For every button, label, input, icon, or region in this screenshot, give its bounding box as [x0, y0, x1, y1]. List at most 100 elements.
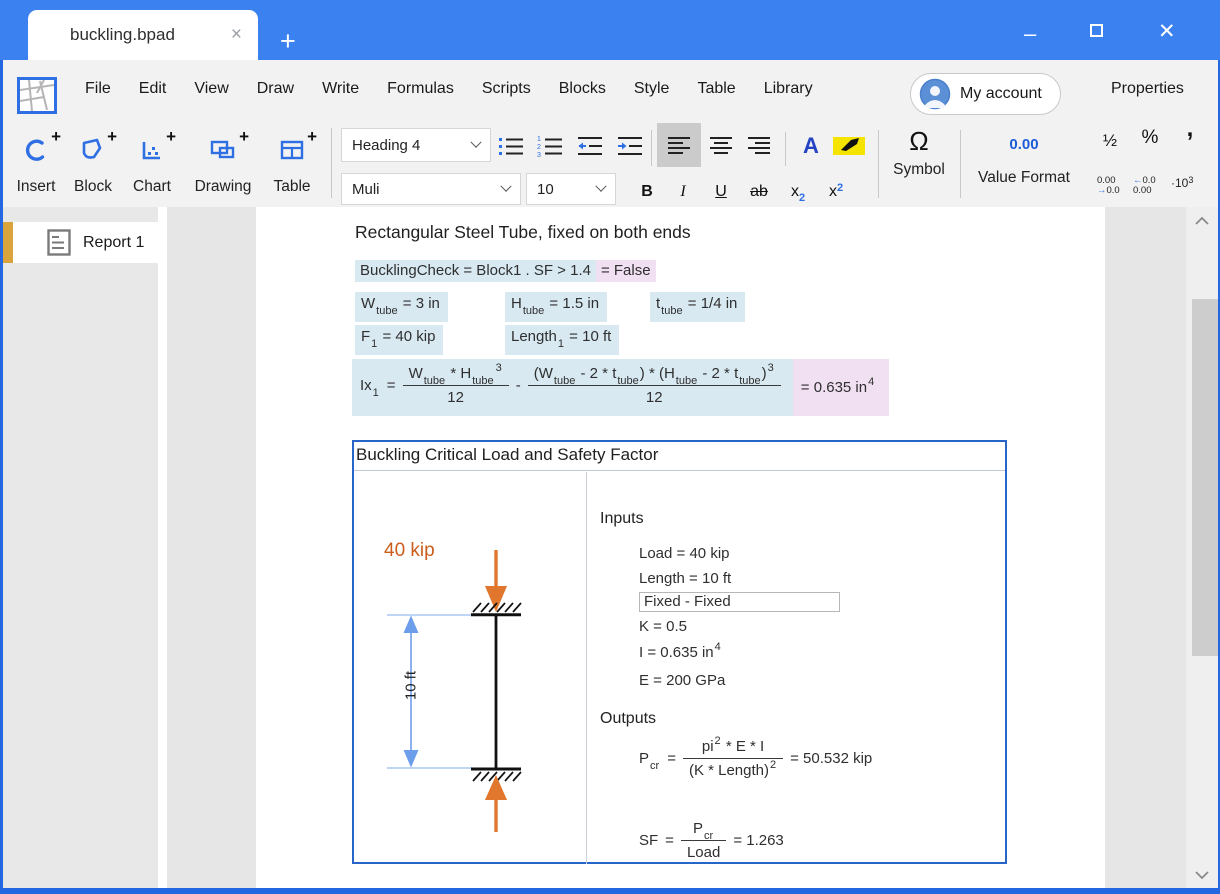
- block-io-pane: Inputs Load = 40 kip Length = 10 ft Fixe…: [587, 472, 1005, 864]
- menu-scripts[interactable]: Scripts: [482, 80, 531, 98]
- menu-table[interactable]: Table: [697, 80, 735, 98]
- menu-blocks[interactable]: Blocks: [559, 80, 606, 98]
- dim-arrow-down: [404, 750, 419, 768]
- numbered-list-icon: 123: [536, 133, 564, 159]
- app-logo-icon[interactable]: [17, 77, 57, 114]
- block-button[interactable]: + Block: [68, 124, 118, 204]
- menu-draw[interactable]: Draw: [257, 80, 294, 98]
- underline-button[interactable]: U: [707, 174, 735, 204]
- menu-write[interactable]: Write: [322, 80, 359, 98]
- align-right-button[interactable]: [743, 126, 775, 166]
- svg-text:3: 3: [537, 152, 541, 159]
- numbered-list-button[interactable]: 123: [534, 126, 566, 166]
- var-length1: Length1 = 10 ft: [505, 325, 619, 355]
- scroll-down-icon[interactable]: [1193, 869, 1211, 881]
- my-account-button[interactable]: My account: [910, 73, 1061, 115]
- buckling-block[interactable]: Buckling Critical Load and Safety Factor…: [352, 440, 1007, 864]
- font-size-dropdown[interactable]: 10: [526, 173, 616, 205]
- input-length: Length = 10 ft: [639, 570, 731, 587]
- menu-file[interactable]: File: [85, 80, 111, 98]
- close-icon[interactable]: ✕: [1158, 19, 1176, 44]
- menu-formulas[interactable]: Formulas: [387, 80, 454, 98]
- value-format-button[interactable]: 0.00 Value Format: [968, 132, 1080, 187]
- svg-text:2: 2: [537, 144, 541, 151]
- decrease-indent-button[interactable]: [574, 126, 606, 166]
- report-label: Report 1: [83, 234, 144, 252]
- sidebar-item-report[interactable]: Report 1: [3, 222, 158, 263]
- scientific-notation-button[interactable]: ·103: [1171, 178, 1193, 189]
- fixity-dropdown[interactable]: Fixed - Fixed: [639, 592, 840, 612]
- var-h-tube: Htube = 1.5 in: [505, 292, 607, 322]
- window-border-left: [0, 60, 3, 894]
- column-diagram: 40 kip 10 ft: [354, 472, 586, 863]
- tab-close-icon[interactable]: ×: [229, 24, 244, 46]
- var-w-tube: Wtube = 3 in: [355, 292, 448, 322]
- drawing-button[interactable]: + Drawing: [185, 124, 261, 204]
- buckling-check-formula: BucklingCheck = Block1 . SF > 1.4= False: [355, 260, 656, 282]
- table-button[interactable]: + Table: [265, 124, 319, 204]
- var-f1: F1 = 40 kip: [355, 325, 443, 355]
- chevron-down-icon: [470, 137, 481, 148]
- font-color-button[interactable]: A: [795, 126, 827, 166]
- comma-format-button[interactable]: ,: [1181, 120, 1199, 146]
- align-left-icon: [666, 133, 692, 159]
- vertical-scrollbar[interactable]: [1186, 207, 1218, 888]
- chart-button[interactable]: + Chart: [125, 124, 179, 204]
- check-expression: BucklingCheck = Block1 . SF > 1.4: [355, 260, 596, 282]
- bullet-list-icon: [497, 133, 525, 159]
- var-t-tube: ttube = 1/4 in: [650, 292, 745, 322]
- sidebar-divider: [158, 207, 167, 888]
- highlight-button[interactable]: [833, 126, 865, 166]
- menu-properties[interactable]: Properties: [1111, 60, 1184, 118]
- symbol-button[interactable]: Ω Symbol: [888, 126, 950, 179]
- superscript-icon: x: [829, 183, 837, 201]
- font-name-value: Muli: [352, 181, 380, 198]
- chart-icon: +: [139, 136, 165, 172]
- toolbar-separator: [331, 128, 332, 198]
- dimension-label: 10 ft: [403, 651, 420, 721]
- subscript-icon: x: [791, 183, 799, 201]
- tab-title: buckling.bpad: [70, 25, 229, 45]
- menu-edit[interactable]: Edit: [139, 80, 167, 98]
- fraction-format-button[interactable]: ½: [1097, 128, 1123, 154]
- inputs-heading: Inputs: [600, 510, 644, 528]
- drawing-icon: +: [208, 136, 238, 172]
- document-tab[interactable]: buckling.bpad ×: [28, 10, 258, 60]
- minimize-icon[interactable]: –: [1024, 21, 1036, 47]
- new-tab-icon[interactable]: +: [280, 26, 296, 57]
- input-k: K = 0.5: [639, 618, 687, 635]
- document-page[interactable]: Rectangular Steel Tube, fixed on both en…: [256, 207, 1105, 888]
- chevron-down-icon: [500, 181, 511, 192]
- ix-fraction-2: (Wtube - 2 * ttube) * (Htube - 2 * ttube…: [528, 365, 781, 406]
- decrease-decimals-button[interactable]: ←0.0 0.00: [1133, 176, 1156, 196]
- input-i: I = 0.635 in4: [639, 644, 722, 661]
- insert-button[interactable]: + Insert: [8, 124, 64, 204]
- increase-decimals-button[interactable]: 0.00 →0.0: [1097, 176, 1120, 196]
- align-center-button[interactable]: [705, 126, 737, 166]
- strikethrough-button[interactable]: ab: [741, 174, 777, 204]
- maximize-icon[interactable]: [1090, 24, 1103, 37]
- toolbar-separator: [785, 132, 786, 166]
- subscript-button[interactable]: x2: [783, 174, 813, 204]
- italic-button[interactable]: I: [671, 174, 695, 204]
- outputs-heading: Outputs: [600, 710, 656, 728]
- paragraph-style-dropdown[interactable]: Heading 4: [341, 128, 491, 162]
- increase-indent-button[interactable]: [614, 126, 646, 166]
- percent-format-button[interactable]: %: [1135, 126, 1165, 152]
- font-name-dropdown[interactable]: Muli: [341, 173, 521, 205]
- load-label: 40 kip: [384, 540, 435, 562]
- bullet-list-button[interactable]: [495, 126, 527, 166]
- highlighter-icon: [833, 134, 865, 158]
- sidebar: Report 1: [3, 207, 158, 888]
- window-border-bottom: [0, 888, 1220, 894]
- my-account-label: My account: [960, 85, 1042, 103]
- superscript-button[interactable]: x2: [821, 174, 851, 204]
- menu-view[interactable]: View: [194, 80, 228, 98]
- menu-library[interactable]: Library: [764, 80, 813, 98]
- scroll-up-icon[interactable]: [1193, 215, 1211, 227]
- bold-button[interactable]: B: [633, 174, 661, 204]
- align-left-button[interactable]: [663, 126, 695, 166]
- toolbar-separator: [960, 130, 961, 198]
- scrollbar-thumb[interactable]: [1192, 299, 1218, 656]
- menu-style[interactable]: Style: [634, 80, 670, 98]
